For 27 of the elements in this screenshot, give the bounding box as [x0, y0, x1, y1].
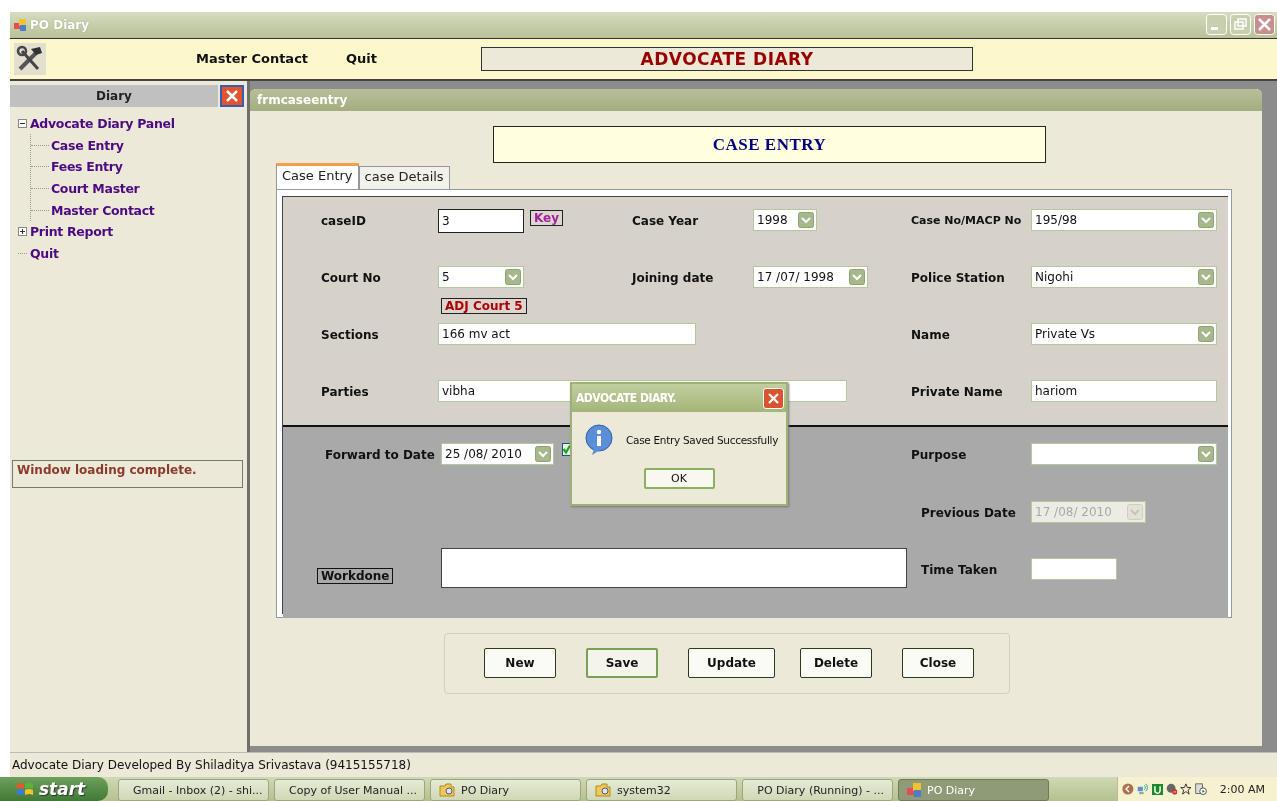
field-label: Joining date — [632, 269, 715, 285]
dialog-title: ADVOCATE DIARY. — [576, 391, 676, 405]
field-label: caseID — [321, 212, 367, 228]
clock: 2:00 AM — [1219, 782, 1265, 796]
field-label: Forward to Date — [325, 446, 436, 462]
field-label: Time Taken — [921, 561, 999, 577]
field-label: Name — [911, 326, 951, 342]
child-window-title: frmcaseentry — [250, 88, 1262, 111]
form-heading: CASE ENTRY — [493, 125, 1046, 163]
app-title: ADVOCATE DIARY — [481, 46, 974, 71]
status-text: Advocate Diary Developed By Shiladitya Srivastava (9415155718) — [12, 757, 411, 772]
panel-header: Diary — [10, 84, 218, 107]
dialog-message: Case Entry Saved Successfully — [626, 434, 779, 446]
field-label: Case Year — [632, 212, 700, 228]
field-label: Case No/MACP No — [911, 212, 1023, 227]
court-name-label: ADJ Court 5 — [441, 297, 527, 314]
status-message: Window loading complete. — [12, 460, 243, 489]
field-label: Parties — [321, 383, 370, 399]
field-label: Private Name — [911, 383, 1004, 399]
field-label: Purpose — [911, 446, 968, 462]
field-label: Sections — [321, 326, 380, 342]
field-label: Previous Date — [921, 504, 1017, 520]
field-label: Police Station — [911, 269, 1006, 285]
key-label: Key — [530, 209, 564, 226]
field-label: Workdone — [317, 567, 394, 584]
field-label: Court No — [321, 269, 382, 285]
window-title: PO Diary — [30, 17, 90, 32]
